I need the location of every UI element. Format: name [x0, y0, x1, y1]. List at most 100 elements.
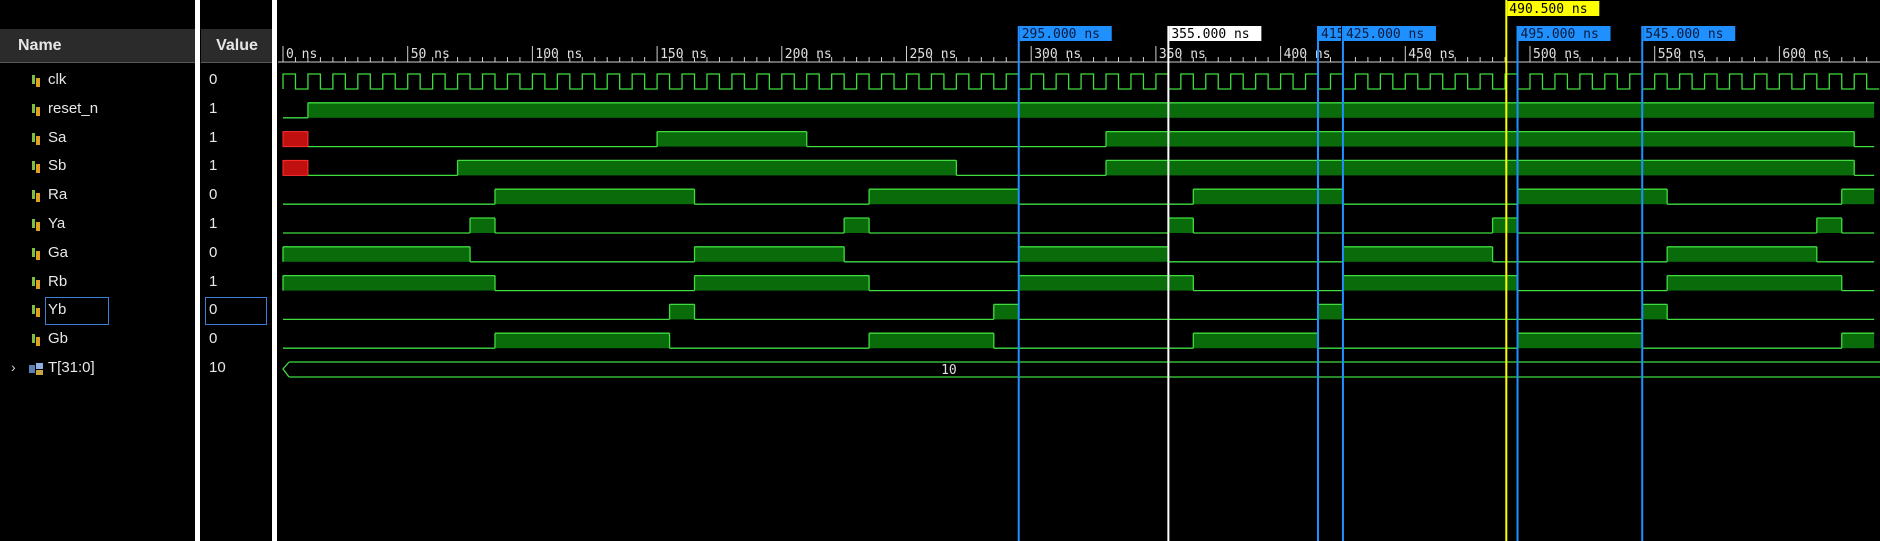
signal-row-clk[interactable]: clk	[0, 68, 195, 94]
high-fill	[657, 131, 807, 147]
high-fill	[993, 304, 1019, 320]
selected-value-box[interactable]	[205, 297, 267, 326]
wave-sb[interactable]	[282, 159, 1875, 177]
high-fill	[1841, 333, 1875, 349]
column-divider[interactable]	[195, 0, 200, 541]
signal-row-t-31-0-[interactable]: › T[31:0]	[0, 356, 195, 382]
signal-value-text: 1	[209, 128, 218, 146]
high-fill	[1018, 275, 1194, 291]
wave-ga[interactable]	[282, 246, 1875, 263]
signal-row-ya[interactable]: Ya	[0, 212, 195, 238]
panel-divider[interactable]	[272, 0, 277, 541]
high-fill	[1816, 218, 1842, 233]
signal-value-text: 10	[209, 359, 226, 376]
signal-name: T[31:0]	[48, 359, 95, 376]
wave-yb[interactable]	[283, 303, 1875, 321]
high-fill	[1517, 189, 1668, 205]
name-column-header[interactable]: Name	[0, 29, 195, 63]
ruler-tick-label: 250 ns	[910, 47, 957, 62]
high-fill	[1018, 246, 1169, 262]
signal-row-sb[interactable]: Sb	[0, 154, 195, 180]
signal-name: Sa	[48, 128, 67, 146]
signal-row-gb[interactable]: Gb	[0, 327, 195, 353]
signal-value-text: 1	[209, 157, 218, 175]
signal-value-text: 0	[209, 330, 218, 348]
signal-row-sa[interactable]: Sa	[0, 126, 195, 152]
high-fill	[307, 102, 1875, 118]
ruler-tick-label: 300 ns	[1034, 47, 1081, 62]
signal-name: Sb	[48, 157, 67, 175]
high-fill	[1193, 189, 1343, 205]
ruler-tick-label: 200 ns	[785, 47, 832, 62]
high-fill	[283, 246, 471, 262]
high-fill	[457, 160, 957, 176]
logic-signal-icon	[32, 247, 40, 260]
waveform-viewer: Name Value clk 0 reset_n 1 Sa 1 Sb 1 Ra 0 Ya 1 Ga 0 Rb…	[0, 0, 1880, 541]
signal-row-ra[interactable]: Ra	[0, 183, 195, 209]
wave-clk[interactable]	[282, 73, 1880, 90]
waveform-canvas[interactable]: 0 ns 50 ns 100 ns 150 ns 200 ns 250 ns 300 ns 3…	[278, 0, 1880, 541]
ruler-tick-label: 600 ns	[1782, 47, 1829, 62]
bus-value-label: 10	[941, 363, 957, 378]
clock-trace	[282, 73, 1880, 90]
logic-signal-icon	[32, 276, 40, 289]
value-column-header[interactable]: Value	[201, 29, 273, 63]
high-fill	[1168, 218, 1194, 233]
high-fill	[1106, 131, 1855, 147]
wave-ya[interactable]	[283, 217, 1875, 234]
signal-value-text: 0	[209, 71, 218, 88]
signal-value: 1	[205, 154, 267, 180]
signal-value: 1	[205, 97, 267, 123]
high-fill	[1642, 304, 1668, 320]
high-fill	[1841, 189, 1875, 205]
wave-rb[interactable]	[282, 274, 1875, 292]
wave-t-31-0-[interactable]: 10	[282, 361, 1880, 378]
signal-trace	[283, 303, 1875, 321]
ruler-tick-label: 350 ns	[1159, 47, 1206, 62]
selected-name-box[interactable]	[45, 297, 109, 326]
high-fill	[669, 304, 695, 320]
logic-signal-icon	[32, 219, 40, 231]
main-cursor-label[interactable]: 490.500 ns	[1509, 2, 1587, 17]
high-fill	[869, 189, 1019, 205]
expand-arrow-icon[interactable]: ›	[11, 359, 16, 375]
undefined-segment	[282, 131, 309, 148]
signal-value: 0	[205, 68, 267, 94]
wave-sa[interactable]	[282, 130, 1875, 148]
signal-row-reset-n[interactable]: reset_n	[0, 97, 195, 123]
ruler-tick-label: 150 ns	[660, 47, 707, 62]
signal-value-text: 1	[209, 99, 218, 117]
signal-name: clk	[48, 71, 67, 88]
high-fill	[694, 246, 845, 262]
time-markers[interactable]: 295.000 ns355.000 ns415.000 ns425.000 ns…	[1017, 0, 1736, 541]
high-fill	[694, 275, 870, 291]
signal-row-rb[interactable]: Rb	[0, 270, 195, 296]
marker-label[interactable]: 425.000 ns	[1346, 27, 1424, 42]
high-fill	[494, 189, 695, 205]
high-fill	[1342, 246, 1493, 262]
ruler-tick-label: 100 ns	[535, 47, 582, 62]
high-fill	[844, 218, 870, 233]
time-ruler[interactable]: 0 ns 50 ns 100 ns 150 ns 200 ns 250 ns 300 ns 3…	[278, 46, 1880, 63]
high-fill	[1667, 275, 1842, 291]
signal-row-ga[interactable]: Ga	[0, 241, 195, 267]
marker-label[interactable]: 295.000 ns	[1022, 27, 1100, 42]
waveform-pane[interactable]: 0 ns 50 ns 100 ns 150 ns 200 ns 250 ns 300 ns 3…	[278, 0, 1880, 541]
logic-signal-icon	[32, 103, 40, 116]
high-fill	[869, 333, 994, 349]
signal-name: Ra	[48, 186, 68, 204]
wave-gb[interactable]	[283, 332, 1875, 349]
wave-reset-n[interactable]	[283, 102, 1875, 119]
marker-label[interactable]: 545.000 ns	[1645, 27, 1723, 42]
ruler-tick-label: 400 ns	[1284, 47, 1331, 62]
wave-ra[interactable]	[283, 188, 1875, 205]
signal-value: 0	[205, 241, 267, 267]
marker-label[interactable]: 355.000 ns	[1171, 27, 1249, 42]
ruler-tick-label: 450 ns	[1408, 47, 1455, 62]
waveforms[interactable]: 10	[282, 73, 1880, 378]
signal-value: 0	[205, 327, 267, 353]
logic-signal-icon	[32, 161, 40, 174]
signal-name: reset_n	[48, 99, 99, 117]
signal-value-text: 1	[209, 215, 218, 232]
marker-label[interactable]: 495.000 ns	[1521, 27, 1599, 42]
